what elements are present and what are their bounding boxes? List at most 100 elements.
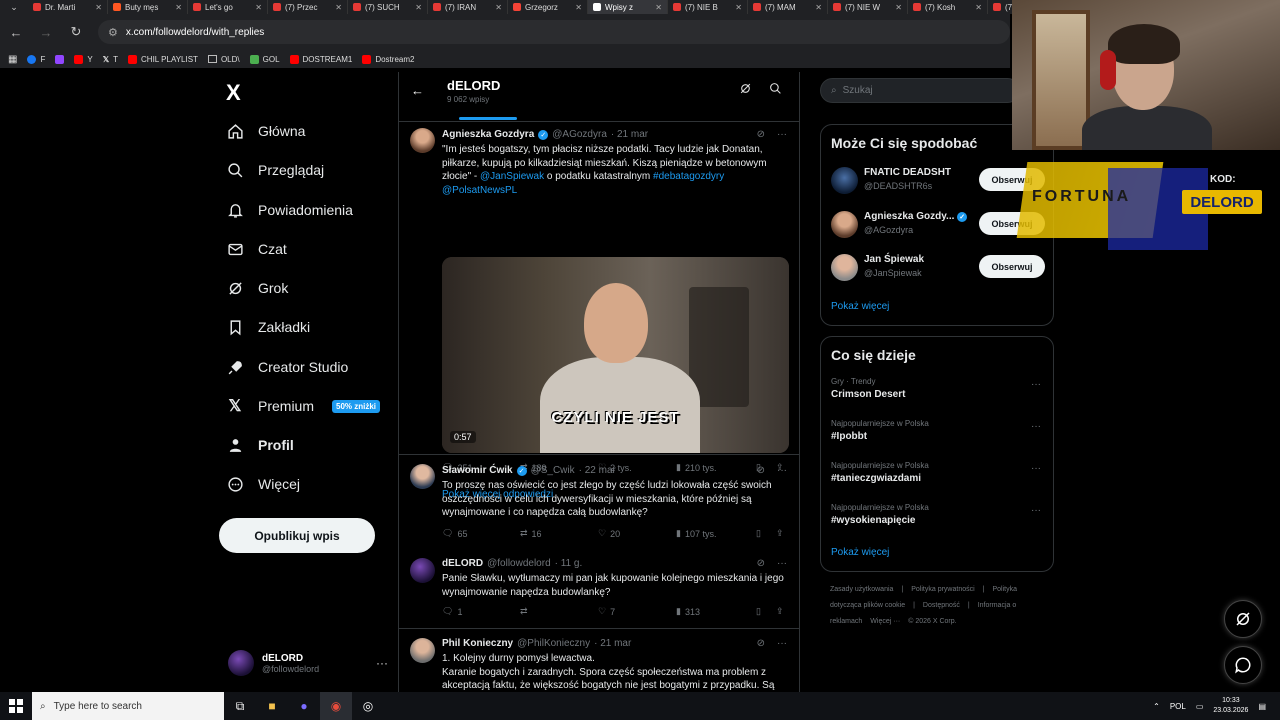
tab-close-icon[interactable]: ✕ (495, 3, 502, 12)
bookmark-dostream1[interactable]: DOSTREAM1 (289, 54, 352, 64)
footer-link[interactable]: © 2026 X Corp. (908, 618, 956, 625)
avatar[interactable] (410, 638, 435, 663)
tweet-link[interactable]: #debatagozdyry (653, 171, 724, 182)
taskbar-search-input[interactable]: ⌕ Type here to search (32, 692, 224, 720)
avatar[interactable] (410, 128, 435, 153)
obs-icon[interactable]: ◎ (352, 692, 384, 720)
forward-arrow-icon[interactable]: → (38, 25, 54, 40)
more-dots-icon[interactable]: ··· (777, 129, 787, 140)
more-dots-icon[interactable]: ··· (1031, 379, 1041, 390)
reply-button[interactable]: 🗨 1 (442, 606, 462, 617)
bookmark-chil-playlist[interactable]: CHIL PLAYLIST (128, 54, 198, 64)
tweet[interactable]: Phil Konieczny @PhilKonieczny · 21 mar ⊘… (399, 636, 799, 692)
nav-item-bookmarks[interactable]: Zakładki (226, 318, 310, 336)
footer-link[interactable]: Zasady użytkowania (830, 586, 893, 593)
tab-close-icon[interactable]: ✕ (575, 3, 582, 12)
show-more-link[interactable]: Pokaż więcej (831, 547, 889, 558)
follow-suggestion[interactable]: FNATIC DEADSHT @DEADSHTR6s Obserwuj (831, 165, 1045, 197)
more-dots-icon[interactable]: ··· (1031, 463, 1041, 474)
reload-icon[interactable]: ↻ (68, 24, 84, 40)
url-field[interactable]: ⚙ x.com/followdelord/with_replies (98, 20, 1010, 44)
author-name[interactable]: dELORD (442, 558, 483, 569)
nav-item-premium[interactable]: 𝕏 Premium 50% zniżki (226, 397, 381, 415)
browser-tab[interactable]: (7) IRAN ✕ (428, 0, 508, 14)
author-name[interactable]: Phil Konieczny (442, 638, 513, 649)
tweet[interactable]: dELORD @followdelord · 11 g. ⊘ ··· Panie… (399, 556, 799, 628)
post-button[interactable]: Opublikuj wpis (219, 518, 375, 553)
tab-search-icon[interactable]: ⌄ (0, 0, 28, 14)
tweet-link[interactable]: @PolsatNewsPL (442, 185, 517, 196)
author-name[interactable]: Agnieszka Gozdyra (442, 129, 534, 140)
share-button[interactable]: ⇪ (776, 528, 784, 539)
browser-tab[interactable]: (7) MAM ✕ (748, 0, 828, 14)
browser-tab[interactable]: Wpisy z ✕ (588, 0, 668, 14)
tweet[interactable]: Sławomir Ćwik ✓ @S_Cwik · 22 mar ⊘ ··· T… (399, 462, 799, 546)
views-button[interactable]: ▮ 313 (676, 606, 700, 617)
apps-grid-icon[interactable]: ▦ (8, 54, 17, 65)
nav-item-more[interactable]: Więcej (226, 475, 300, 493)
browser-tab[interactable]: Let's go ✕ (188, 0, 268, 14)
avatar[interactable] (410, 464, 435, 489)
windows-start-icon[interactable] (0, 692, 32, 720)
app-icon[interactable]: ● (288, 692, 320, 720)
search-input[interactable]: ⌕ Szukaj (820, 78, 1020, 103)
more-dots-icon[interactable]: ··· (777, 558, 787, 569)
trend-item[interactable]: Najpopularniejsze w Polska #tanieczgwiaz… (831, 461, 1045, 484)
follow-suggestion[interactable]: Jan Śpiewak @JanSpiewak Obserwuj (831, 252, 1045, 284)
chrome-icon[interactable]: ◉ (320, 692, 352, 720)
bookmark-button[interactable]: ▯ (756, 528, 761, 539)
show-more-link[interactable]: Pokaż więcej (831, 301, 889, 312)
browser-tab[interactable]: (7) Przec ✕ (268, 0, 348, 14)
trend-item[interactable]: Najpopularniejsze w Polska #wysokienapię… (831, 503, 1045, 526)
avatar[interactable] (831, 167, 858, 194)
grok-icon[interactable] (739, 82, 752, 100)
file-explorer-icon[interactable]: ■ (256, 692, 288, 720)
chat-fab-button[interactable] (1224, 646, 1262, 684)
bookmark-t[interactable]: 𝕏T (103, 55, 118, 64)
bookmark-gol[interactable]: GOL (249, 54, 280, 64)
author-name[interactable]: Sławomir Ćwik (442, 465, 513, 476)
trend-item[interactable]: Gry · Trendy Crimson Desert ··· (831, 377, 1045, 400)
grok-icon[interactable]: ⊘ (757, 638, 765, 649)
tab-close-icon[interactable]: ✕ (655, 3, 662, 12)
tweet-video[interactable]: CZYLI NIE JEST 0:57 (442, 257, 789, 453)
tweet-link[interactable]: @JanSpiewak (480, 171, 544, 182)
nav-item-chat[interactable]: Czat (226, 240, 287, 258)
bookmark-f[interactable]: F (27, 54, 45, 64)
language-indicator[interactable]: POL (1170, 702, 1186, 711)
footer-link[interactable]: Polityka prywatności (911, 586, 974, 593)
tab-close-icon[interactable]: ✕ (175, 3, 182, 12)
account-switcher[interactable]: dELORD @followdelord ··· (228, 646, 388, 680)
footer-link[interactable]: Więcej ··· (870, 618, 900, 625)
reply-button[interactable]: 🗨 65 (442, 528, 467, 539)
like-button[interactable]: ♡ 20 (598, 528, 620, 539)
avatar[interactable] (831, 254, 858, 281)
more-dots-icon[interactable]: ··· (777, 638, 787, 649)
bookmark-twitch[interactable] (55, 54, 65, 64)
bookmark-folder-old[interactable]: OLD\ (207, 55, 240, 64)
tab-close-icon[interactable]: ✕ (815, 3, 822, 12)
browser-tab[interactable]: Dr. Marti ✕ (28, 0, 108, 14)
grok-icon[interactable]: ⊘ (757, 558, 765, 569)
clock[interactable]: 10:33 23.03.2026 (1213, 696, 1248, 716)
avatar[interactable] (831, 211, 858, 238)
more-dots-icon[interactable]: ··· (376, 656, 388, 670)
repost-button[interactable]: ⇄ (520, 606, 528, 617)
search-icon[interactable] (769, 82, 782, 100)
nav-item-creator-studio[interactable]: Creator Studio (226, 358, 348, 376)
bookmark-button[interactable]: ▯ (756, 606, 761, 617)
more-dots-icon[interactable]: ··· (1031, 421, 1041, 432)
browser-tab[interactable]: Grzegorz ✕ (508, 0, 588, 14)
nav-item-profile[interactable]: Profil (226, 436, 294, 454)
x-logo-icon[interactable]: X (226, 80, 241, 106)
more-dots-icon[interactable]: ··· (777, 465, 787, 476)
back-arrow-icon[interactable]: ← (8, 25, 24, 40)
nav-item-grok[interactable]: Grok (226, 279, 288, 297)
follow-suggestion[interactable]: Agnieszka Gozdy... ✓ @AGozdyra Obserwuj (831, 209, 1045, 241)
nav-item-notifications[interactable]: Powiadomienia (226, 201, 353, 219)
avatar[interactable] (410, 558, 435, 583)
bookmark-dostream2[interactable]: Dostream2 (362, 54, 414, 64)
site-settings-icon[interactable]: ⚙ (108, 26, 118, 39)
browser-tab[interactable]: (7) SUCH ✕ (348, 0, 428, 14)
notifications-icon[interactable]: ▤ (1258, 702, 1266, 711)
